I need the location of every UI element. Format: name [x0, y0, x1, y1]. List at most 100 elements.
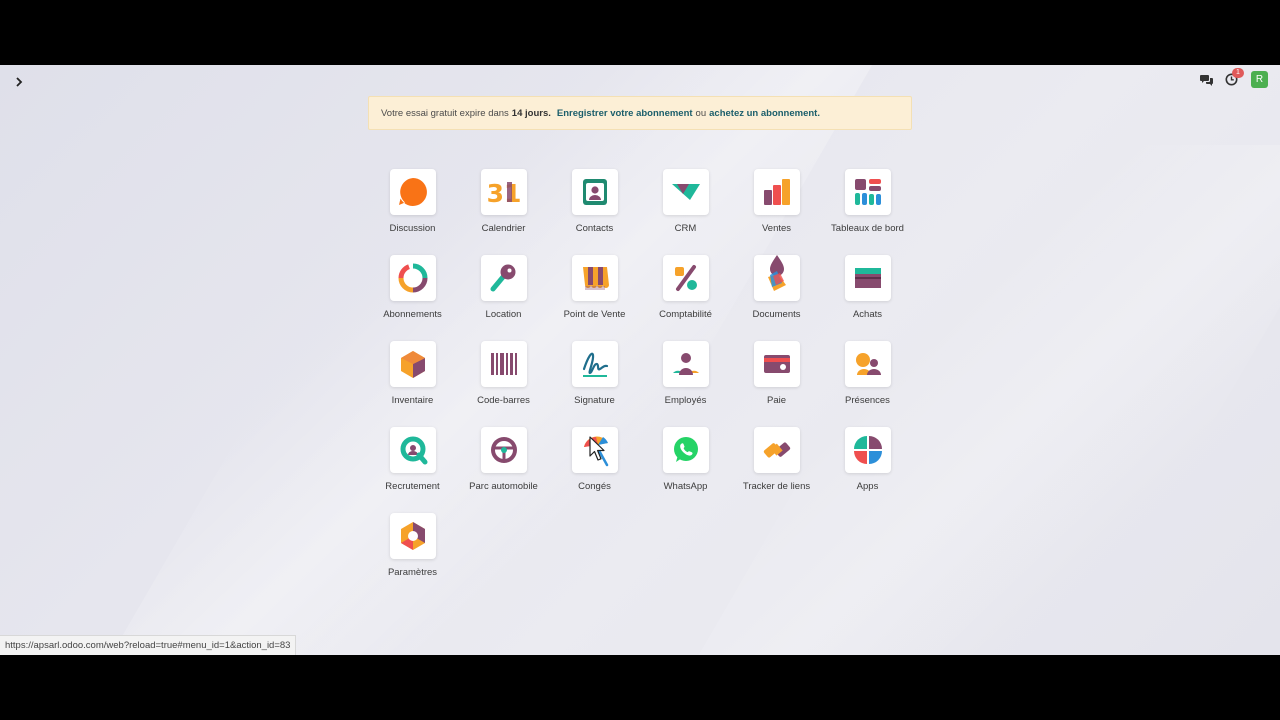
app-attendances[interactable]: Présences — [822, 341, 913, 421]
barcode-icon — [490, 353, 517, 375]
systray: 1 R — [1199, 67, 1268, 88]
app-barcode[interactable]: Code-barres — [458, 341, 549, 421]
app-tile — [480, 255, 527, 301]
app-label: Inventaire — [391, 395, 434, 406]
user-avatar[interactable]: R — [1251, 71, 1268, 88]
app-employees[interactable]: Employés — [640, 341, 731, 421]
purchase-icon — [854, 268, 881, 288]
app-label: Achats — [852, 309, 883, 320]
sidebar-toggle-button[interactable] — [10, 73, 28, 91]
app-link-tracker[interactable]: Tracker de liens — [731, 427, 822, 507]
app-label: Présences — [845, 395, 890, 406]
settings-icon — [400, 522, 425, 550]
app-tile — [662, 255, 709, 301]
link-tracker-icon — [763, 442, 790, 458]
crm-icon — [671, 184, 700, 200]
app-tile — [389, 427, 436, 473]
app-whatsapp[interactable]: WhatsApp — [640, 427, 731, 507]
app-label: Contacts — [575, 223, 614, 234]
buy-subscription-link[interactable]: achetez un abonnement. — [709, 108, 820, 119]
app-tile — [389, 513, 436, 559]
home-menu: 1 R Votre essai gratuit expire dans 14 j… — [0, 65, 1280, 655]
app-tile — [389, 341, 436, 387]
calendar-icon: 31 — [487, 179, 521, 208]
sales-icon — [763, 179, 790, 205]
app-label: Apps — [856, 481, 879, 492]
app-tile — [844, 341, 891, 387]
rental-icon — [490, 264, 515, 292]
app-label: Paramètres — [387, 567, 438, 578]
app-label: Tableaux de bord — [831, 223, 904, 234]
app-documents[interactable]: Documents — [731, 255, 822, 335]
app-tile — [753, 255, 800, 301]
app-settings[interactable]: Paramètres — [367, 513, 458, 593]
documents-icon — [767, 255, 786, 291]
whatsapp-icon — [673, 437, 698, 462]
app-tile — [571, 255, 618, 301]
inventory-icon — [400, 351, 425, 378]
app-label: CRM — [674, 223, 697, 234]
app-apps[interactable]: Apps — [822, 427, 913, 507]
app-inventory[interactable]: Inventaire — [367, 341, 458, 421]
point-of-sale-icon — [582, 267, 609, 290]
register-subscription-link[interactable]: Enregistrer votre abonnement — [557, 108, 693, 119]
app-dashboards[interactable]: Tableaux de bord — [822, 169, 913, 249]
app-label: Tracker de liens — [742, 481, 811, 492]
app-payroll[interactable]: Paie — [731, 341, 822, 421]
app-tile — [662, 169, 709, 215]
app-calendar[interactable]: 31 Calendrier — [458, 169, 549, 249]
trial-or: ou — [695, 107, 707, 119]
app-tile — [480, 341, 527, 387]
app-recruitment[interactable]: Recrutement — [367, 427, 458, 507]
app-sales[interactable]: Ventes — [731, 169, 822, 249]
app-tile — [753, 341, 800, 387]
activities-button[interactable]: 1 — [1223, 67, 1244, 88]
chevron-right-icon — [16, 77, 23, 87]
recruitment-icon — [400, 436, 427, 465]
app-tile — [571, 341, 618, 387]
app-label: Discussion — [389, 223, 436, 234]
app-tile — [662, 427, 709, 473]
subscriptions-icon — [398, 263, 427, 293]
app-label: Recrutement — [385, 481, 440, 492]
app-label: Abonnements — [383, 309, 442, 320]
app-label: Ventes — [761, 223, 792, 234]
contacts-icon — [582, 179, 607, 205]
app-label: Code-barres — [477, 395, 530, 406]
accounting-icon — [674, 265, 697, 291]
app-label: WhatsApp — [663, 481, 708, 492]
app-label: Employés — [664, 395, 707, 406]
app-label: Documents — [752, 309, 801, 320]
app-tile — [753, 427, 800, 473]
app-signature[interactable]: Signature — [549, 341, 640, 421]
discussion-icon — [398, 177, 427, 206]
app-crm[interactable]: CRM — [640, 169, 731, 249]
app-rental[interactable]: Location — [458, 255, 549, 335]
app-tile — [571, 169, 618, 215]
app-purchase[interactable]: Achats — [822, 255, 913, 335]
app-contacts[interactable]: Contacts — [549, 169, 640, 249]
notification-badge: 1 — [1232, 67, 1244, 78]
dashboards-icon — [854, 179, 881, 205]
trial-days: 14 jours. — [511, 107, 551, 119]
chat-bubbles-icon — [1200, 74, 1213, 86]
app-label: Signature — [574, 395, 615, 406]
app-label: Point de Vente — [563, 309, 626, 320]
messages-button[interactable] — [1199, 72, 1215, 88]
app-label: Calendrier — [481, 223, 526, 234]
mouse-pointer-icon — [589, 436, 605, 461]
app-accounting[interactable]: Comptabilité — [640, 255, 731, 335]
app-label: Paie — [766, 395, 786, 406]
app-tile: 31 — [480, 169, 527, 215]
svg-text:31: 31 — [487, 179, 521, 208]
app-tile — [844, 169, 891, 215]
app-discussion[interactable]: Discussion — [367, 169, 458, 249]
app-subscriptions[interactable]: Abonnements — [367, 255, 458, 335]
signature-icon — [582, 352, 608, 377]
app-fleet[interactable]: Parc automobile — [458, 427, 549, 507]
app-point-of-sale[interactable]: Point de Vente — [549, 255, 640, 335]
status-bar-url: https://apsarl.odoo.com/web?reload=true#… — [0, 635, 297, 655]
payroll-icon — [763, 355, 790, 373]
app-tile — [662, 341, 709, 387]
attendances-icon — [855, 353, 881, 375]
